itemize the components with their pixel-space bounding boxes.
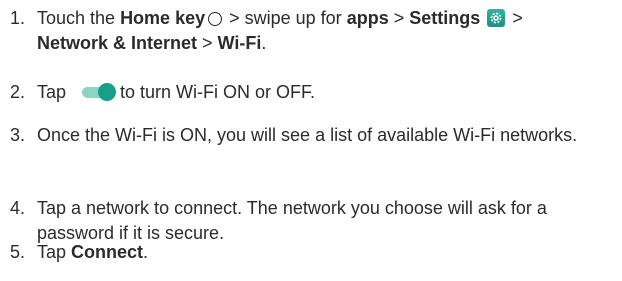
apps-label: apps — [346, 8, 389, 28]
step-text-part: > — [507, 8, 523, 28]
step-number: 3. — [10, 125, 26, 145]
settings-gear-icon — [487, 9, 506, 27]
step-text-part: to turn Wi-Fi ON or OFF. — [120, 82, 316, 102]
step-text-part: Touch the — [37, 8, 121, 28]
step-text-part: Tap — [37, 242, 72, 262]
step-text-part: > — [197, 33, 218, 53]
toggle-knob — [98, 83, 117, 101]
step-number: 5. — [10, 242, 26, 262]
step-text-part: > swipe up for — [224, 8, 347, 28]
step-text: Tap a network to connect. The network yo… — [37, 198, 547, 243]
step-text: Tap to turn Wi-Fi ON or OFF. — [37, 80, 617, 105]
wifi-label: Wi-Fi — [217, 33, 262, 53]
wifi-toggle-icon — [82, 83, 117, 101]
settings-label: Settings — [409, 8, 481, 28]
home-key-circle-icon — [208, 12, 223, 26]
step-number: 1. — [10, 8, 26, 28]
network-internet-label: Network & Internet — [37, 33, 198, 53]
connect-label: Connect — [71, 242, 144, 262]
step-number: 2. — [10, 82, 26, 102]
step-text-part: . — [143, 242, 149, 262]
step-number: 4. — [10, 198, 26, 218]
step-text: Touch the Home key > swipe up for apps >… — [37, 6, 617, 56]
step-text: Tap Connect. — [37, 240, 617, 265]
step-text-part: Tap — [37, 82, 67, 102]
step-text-part: > — [388, 8, 410, 28]
step-text: Once the Wi-Fi is ON, you will see a lis… — [37, 125, 578, 145]
home-key-label: Home key — [120, 8, 206, 28]
step-text-part: . — [261, 33, 267, 53]
